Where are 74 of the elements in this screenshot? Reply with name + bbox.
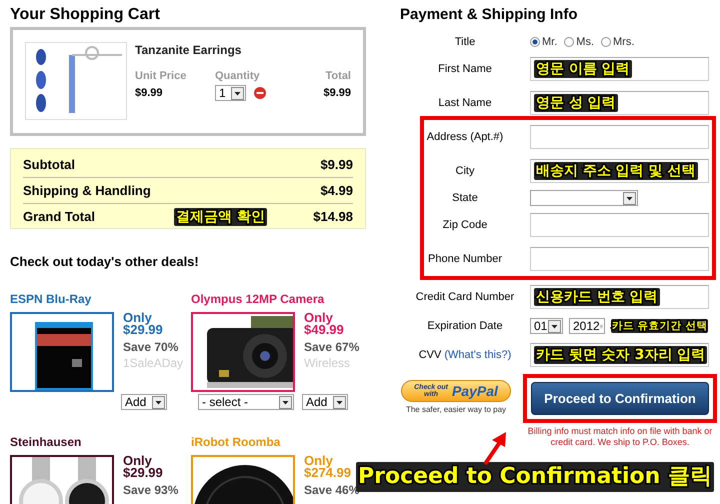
- input-field[interactable]: 영문 이름 입력: [530, 57, 709, 81]
- field-label: Last Name: [437, 97, 493, 109]
- billing-note: Billing info must match info on file with bank or credit card. We ship to P.O. Boxes.: [526, 426, 714, 448]
- radio-label[interactable]: Mr.: [542, 36, 558, 48]
- deal-title[interactable]: Steinhausen: [10, 434, 191, 450]
- deal-only-label: Only: [304, 455, 333, 467]
- deal-only-label: Only: [304, 312, 333, 324]
- input-field[interactable]: 카드 뒷면 숫자 3자리 입력: [530, 343, 709, 367]
- summary-value: $9.99: [320, 157, 353, 172]
- field-label: Zip Code: [442, 219, 488, 231]
- summary-value: $4.99: [320, 183, 353, 198]
- product-name: Tanzanite Earrings: [135, 43, 242, 57]
- cart-heading: Your Shopping Cart: [9, 5, 161, 25]
- summary-value: $14.98: [313, 209, 353, 224]
- annotation-label: 카드 유효기간 선택: [611, 319, 708, 333]
- field-label: City: [454, 165, 476, 177]
- deal-title[interactable]: Olympus 12MP Camera: [191, 291, 372, 307]
- radio-label[interactable]: Mrs.: [613, 36, 634, 48]
- deal-title[interactable]: ESPN Blu-Ray: [10, 291, 191, 307]
- summary-label: Subtotal: [23, 157, 75, 172]
- radio-label[interactable]: Ms.: [576, 36, 594, 48]
- payment-heading: Payment & Shipping Info: [399, 5, 579, 25]
- annotation-label: 카드 뒷면 숫자 3자리 입력: [534, 346, 708, 364]
- field-label: Address (Apt.#): [426, 131, 504, 143]
- column-label: Quantity: [215, 69, 261, 83]
- deal-savings: Save 70%: [123, 341, 180, 353]
- field-label: Phone Number: [427, 253, 503, 265]
- radio-button[interactable]: [530, 37, 540, 47]
- field-label: CVV (What's this?): [418, 349, 512, 361]
- field-label: State: [451, 192, 479, 204]
- annotation-label: 배송지 주소 입력 및 선택: [534, 162, 698, 180]
- deal-price: $49.99: [304, 324, 345, 336]
- field-label: Title: [454, 36, 476, 48]
- quantity-select[interactable]: 1: [215, 85, 246, 101]
- input-field[interactable]: [530, 247, 709, 271]
- unit-price: $9.99: [135, 86, 164, 101]
- field-label: Expiration Date: [426, 320, 504, 332]
- deal-savings: Save 93%: [123, 484, 178, 496]
- deal-only-label: Only: [123, 312, 152, 324]
- deal-price: $29.99: [123, 324, 164, 336]
- input-field[interactable]: 신용카드 번호 입력: [530, 285, 709, 309]
- annotation-label: 영문 성 입력: [534, 94, 618, 112]
- radio-button[interactable]: [601, 37, 612, 47]
- column-label: Unit Price: [135, 69, 188, 83]
- field-label: Credit Card Number: [414, 291, 516, 303]
- month-select[interactable]: 01: [530, 318, 563, 334]
- input-field[interactable]: [530, 213, 709, 237]
- annotation-label: 신용카드 번호 입력: [534, 288, 660, 306]
- paypal-tagline: The safer, easier way to pay: [406, 405, 506, 414]
- annotation-label: Proceed to Confirmation 클릭: [356, 462, 714, 492]
- deals-heading: Check out today's other deals!: [10, 254, 200, 270]
- deal-price: $29.99: [123, 467, 164, 479]
- add-select[interactable]: Add: [121, 394, 167, 410]
- input-field[interactable]: 영문 성 입력: [530, 91, 709, 115]
- deal-price: $274.99: [304, 467, 352, 479]
- line-total: $9.99: [323, 86, 351, 101]
- input-field[interactable]: [530, 125, 709, 149]
- summary-label: Grand Total: [23, 209, 95, 224]
- help-link[interactable]: (What's this?): [444, 349, 512, 361]
- deal-only-label: Only: [123, 455, 152, 467]
- year-select[interactable]: 2012: [569, 318, 605, 334]
- add-select[interactable]: Add: [302, 394, 348, 410]
- annotation-label: 영문 이름 입력: [534, 60, 632, 78]
- option-select[interactable]: - select -: [198, 394, 294, 410]
- state-select[interactable]: [530, 190, 638, 206]
- remove-icon[interactable]: [254, 87, 266, 99]
- summary-label: Shipping & Handling: [23, 183, 151, 198]
- input-field[interactable]: 배송지 주소 입력 및 선택: [530, 159, 709, 183]
- proceed-button[interactable]: Proceed to Confirmation: [531, 382, 709, 415]
- column-label: Total: [324, 69, 351, 83]
- annotation-label: 결제금액 확인: [174, 208, 267, 226]
- radio-button[interactable]: [564, 37, 574, 47]
- field-label: First Name: [437, 63, 493, 75]
- deal-savings: Save 67%: [304, 341, 360, 353]
